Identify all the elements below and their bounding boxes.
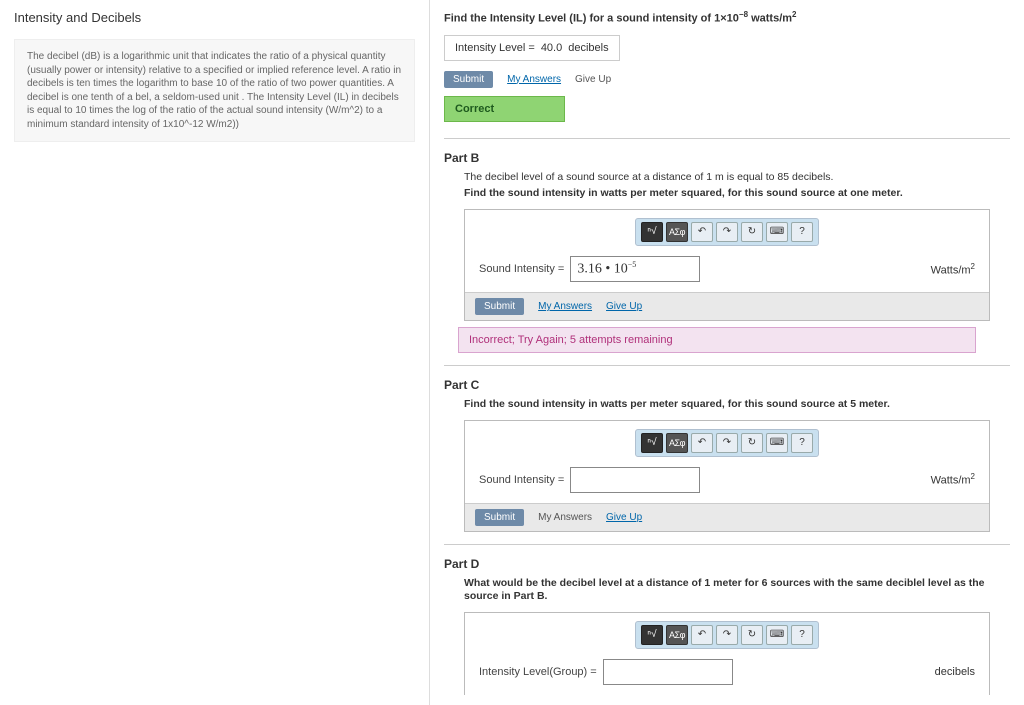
part-b-give-up-link[interactable]: Give Up (606, 301, 642, 312)
part-c-answer-input[interactable] (570, 467, 700, 493)
part-b-answer-input[interactable]: 3.16 • 10−5 (570, 256, 700, 282)
toolbar-keyboard-button[interactable]: ⌨ (766, 433, 788, 453)
part-c-my-answers[interactable]: My Answers (538, 512, 592, 523)
part-a-prompt: Find the Intensity Level (IL) for a soun… (444, 10, 1010, 25)
toolbar-root-button[interactable]: ⁿ√ (641, 433, 663, 453)
toolbar-greek-button[interactable]: ΑΣφ (666, 625, 688, 645)
toolbar-help-button[interactable]: ? (791, 222, 813, 242)
toolbar-undo-button[interactable]: ↶ (691, 222, 713, 242)
part-c-answer-label: Sound Intensity = (479, 474, 564, 486)
part-c-give-up-link[interactable]: Give Up (606, 512, 642, 523)
toolbar-root-button[interactable]: ⁿ√ (641, 625, 663, 645)
toolbar-greek-button[interactable]: ΑΣφ (666, 222, 688, 242)
part-c-submit-button[interactable]: Submit (475, 509, 524, 526)
part-a-answer-display: Intensity Level = 40.0 decibels (444, 35, 620, 61)
toolbar-undo-button[interactable]: ↶ (691, 433, 713, 453)
toolbar-redo-button[interactable]: ↷ (716, 222, 738, 242)
part-d-instr1: What would be the decibel level at a dis… (464, 577, 990, 604)
toolbar-keyboard-button[interactable]: ⌨ (766, 625, 788, 645)
part-c-instr1: Find the sound intensity in watts per me… (464, 398, 990, 412)
part-d-title: Part D (444, 557, 1010, 571)
toolbar-keyboard-button[interactable]: ⌨ (766, 222, 788, 242)
part-a-my-answers-link[interactable]: My Answers (507, 74, 561, 85)
toolbar-redo-button[interactable]: ↷ (716, 433, 738, 453)
toolbar-undo-button[interactable]: ↶ (691, 625, 713, 645)
part-b-title: Part B (444, 151, 1010, 165)
part-d-box: ⁿ√ ΑΣφ ↶ ↷ ↻ ⌨ ? Intensity Level(Group) … (464, 612, 990, 695)
part-a-give-up[interactable]: Give Up (575, 74, 611, 85)
part-d-units: decibels (935, 666, 975, 678)
toolbar-greek-button[interactable]: ΑΣφ (666, 433, 688, 453)
part-b-my-answers-link[interactable]: My Answers (538, 301, 592, 312)
part-d-answer-label: Intensity Level(Group) = (479, 666, 597, 678)
part-b-submit-button[interactable]: Submit (475, 298, 524, 315)
toolbar-reset-button[interactable]: ↻ (741, 625, 763, 645)
part-a-submit-button[interactable]: Submit (444, 71, 493, 88)
part-b-instr1: The decibel level of a sound source at a… (464, 171, 990, 185)
description-box: The decibel (dB) is a logarithmic unit t… (14, 39, 415, 142)
part-a-correct-badge: Correct (444, 96, 565, 122)
toolbar-redo-button[interactable]: ↷ (716, 625, 738, 645)
toolbar-help-button[interactable]: ? (791, 433, 813, 453)
equation-toolbar: ⁿ√ ΑΣφ ↶ ↷ ↻ ⌨ ? (635, 218, 819, 246)
equation-toolbar: ⁿ√ ΑΣφ ↶ ↷ ↻ ⌨ ? (635, 621, 819, 649)
toolbar-help-button[interactable]: ? (791, 625, 813, 645)
part-b-box: ⁿ√ ΑΣφ ↶ ↷ ↻ ⌨ ? Sound Intensity = 3.16 … (464, 209, 990, 321)
part-b-units: Watts/m2 (931, 262, 975, 277)
part-c-units: Watts/m2 (931, 472, 975, 487)
page-title: Intensity and Decibels (14, 10, 415, 25)
part-c-title: Part C (444, 378, 1010, 392)
equation-toolbar: ⁿ√ ΑΣφ ↶ ↷ ↻ ⌨ ? (635, 429, 819, 457)
part-c-box: ⁿ√ ΑΣφ ↶ ↷ ↻ ⌨ ? Sound Intensity = Watts… (464, 420, 990, 532)
part-b-incorrect-badge: Incorrect; Try Again; 5 attempts remaini… (458, 327, 976, 353)
toolbar-reset-button[interactable]: ↻ (741, 433, 763, 453)
part-d-answer-input[interactable] (603, 659, 733, 685)
part-b-answer-label: Sound Intensity = (479, 263, 564, 275)
part-b-instr2: Find the sound intensity in watts per me… (464, 187, 990, 201)
toolbar-root-button[interactable]: ⁿ√ (641, 222, 663, 242)
toolbar-reset-button[interactable]: ↻ (741, 222, 763, 242)
